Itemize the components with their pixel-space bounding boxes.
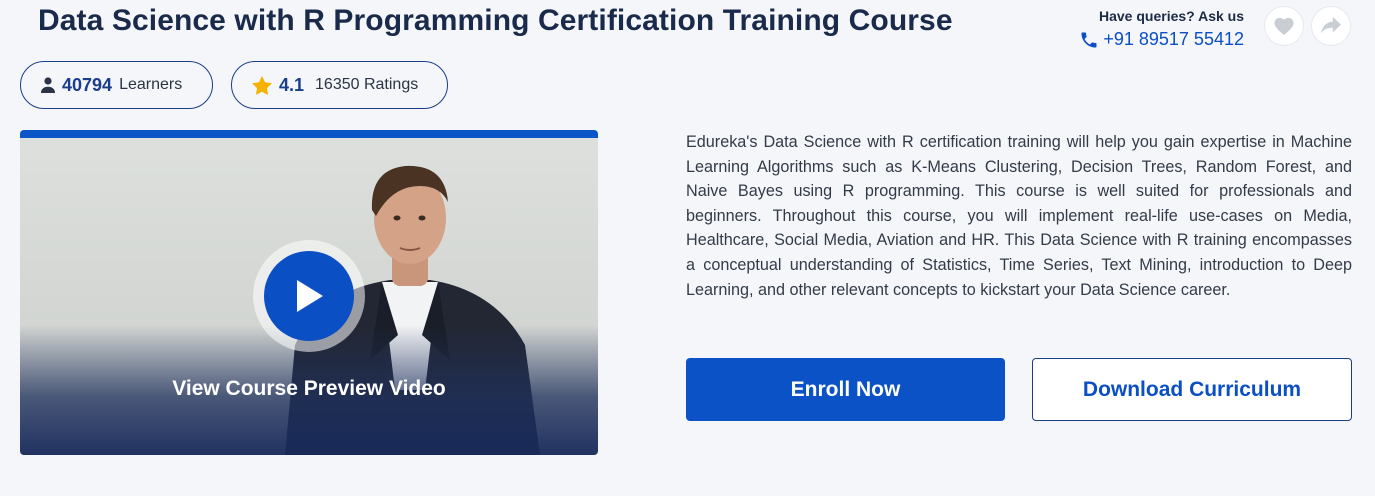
rating-badge: 4.1 16350 Ratings xyxy=(231,61,448,109)
play-icon xyxy=(297,280,323,312)
ratings-count: 16350 Ratings xyxy=(315,76,419,93)
phone-number: +91 89517 55412 xyxy=(1103,29,1244,49)
share-icon xyxy=(1321,16,1341,34)
course-description: Edureka's Data Science with R certificat… xyxy=(686,133,1352,299)
page-title: Data Science with R Programming Certific… xyxy=(38,4,953,37)
learners-badge: 40794 Learners xyxy=(20,61,213,109)
enroll-now-button[interactable]: Enroll Now xyxy=(686,358,1005,421)
download-curriculum-button[interactable]: Download Curriculum xyxy=(1032,358,1352,421)
contact-block: Have queries? Ask us +91 89517 55412 xyxy=(1068,8,1244,55)
user-icon xyxy=(41,77,55,93)
rating-value: 4.1 xyxy=(279,74,305,95)
share-button[interactable] xyxy=(1311,6,1351,46)
video-preview-label: View Course Preview Video xyxy=(172,377,446,400)
learners-count: 40794 xyxy=(62,74,113,95)
star-icon xyxy=(252,75,272,95)
heart-icon xyxy=(1274,17,1294,36)
contact-label: Have queries? Ask us xyxy=(1099,8,1244,24)
play-button[interactable] xyxy=(253,240,365,352)
play-button-core xyxy=(264,251,354,341)
phone-icon xyxy=(1081,32,1097,47)
learners-label: Learners xyxy=(119,76,183,93)
wishlist-button[interactable] xyxy=(1264,6,1304,46)
phone-link[interactable]: +91 89517 55412 xyxy=(1079,29,1244,50)
